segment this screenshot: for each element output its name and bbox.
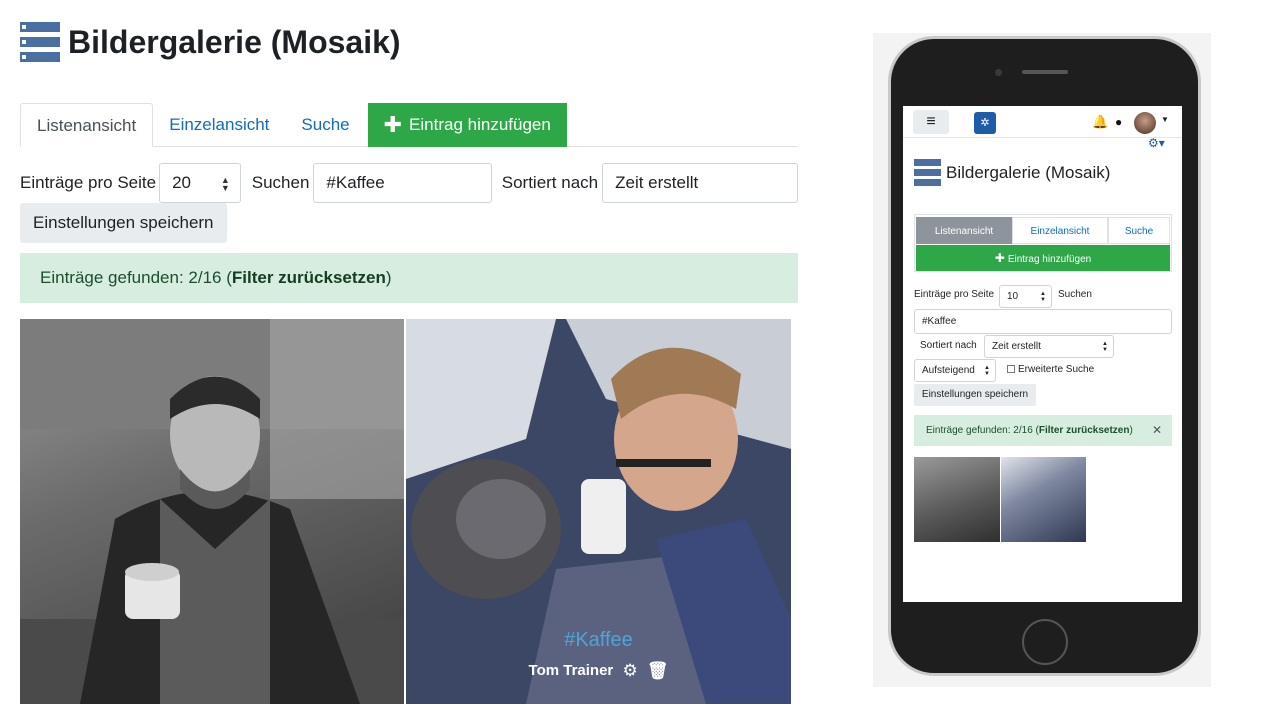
alert-prefix: Einträge gefunden: 2/16 ( — [40, 268, 232, 287]
entry-tag[interactable]: #Kaffee — [406, 629, 791, 652]
mobile-save-settings-button[interactable]: Einstellungen speichern — [914, 384, 1036, 406]
mobile-page-title: Bildergalerie (Mosaik) — [946, 162, 1111, 182]
per-page-value: 20 — [172, 173, 192, 192]
mobile-sort-value: Zeit erstellt — [992, 341, 1041, 352]
page-title: Bildergalerie (Mosaik) — [68, 23, 401, 60]
sort-select[interactable]: Zeit erstellt — [602, 163, 798, 203]
mobile-gallery-photo-1[interactable] — [914, 457, 1000, 542]
database-icon — [914, 159, 941, 186]
select-caret-icon: ▲ ▼ — [220, 175, 230, 193]
per-page-label: Einträge pro Seite — [20, 173, 157, 192]
filter-row: Einträge pro Seite 20 ▲ ▼ Suchen #Kaffee … — [20, 163, 798, 203]
per-page-select[interactable]: 20 ▲ ▼ — [159, 163, 241, 203]
select-caret-icon: ▲ ▼ — [1102, 341, 1108, 353]
select-caret-icon: ▲ ▼ — [984, 365, 990, 377]
mobile-tab-bar: Listenansicht Einzelansicht Suche ✚ Eintr… — [914, 214, 1172, 272]
tab-einzelansicht[interactable]: Einzelansicht — [153, 103, 285, 147]
advanced-search-label: Erweiterte Suche — [1018, 364, 1095, 375]
mobile-per-page-select[interactable]: 10 ▲ ▼ — [999, 285, 1052, 308]
database-icon — [20, 22, 60, 62]
search-label: Suchen — [251, 173, 310, 192]
add-entry-button[interactable]: ✚ Eintrag hinzufügen — [367, 103, 567, 147]
mobile-tab-einzelansicht[interactable]: Einzelansicht — [1012, 217, 1108, 244]
mobile-tab-suche[interactable]: Suche — [1108, 217, 1170, 244]
checkbox-box[interactable] — [1007, 365, 1015, 374]
mobile-navbar: ≡ ✲ 🔔 ● ▼ — [903, 106, 1182, 138]
chat-icon[interactable]: ● — [1115, 115, 1122, 129]
mobile-alert-prefix: Einträge gefunden: 2/16 ( — [926, 425, 1039, 436]
trash-icon[interactable]: 🗑 — [647, 661, 669, 681]
speaker-slot — [1022, 70, 1068, 74]
entry-author: Tom Trainer — [528, 661, 614, 679]
chevron-down-icon[interactable]: ▼ — [1161, 115, 1169, 124]
tab-bar: Listenansicht Einzelansicht Suche ✚ Eint… — [20, 103, 798, 147]
add-entry-label: Eintrag hinzufügen — [409, 115, 551, 134]
mobile-add-entry-button[interactable]: ✚ Eintrag hinzufügen — [916, 245, 1170, 271]
mobile-screen: ≡ ✲ 🔔 ● ▼ ⚙▾ Bildergalerie (Mosaik) List… — [903, 106, 1182, 602]
mobile-search-label: Suchen — [1058, 289, 1092, 300]
close-icon[interactable]: ✕ — [1152, 415, 1162, 446]
home-button — [1022, 619, 1068, 665]
bell-icon[interactable]: 🔔 — [1092, 114, 1108, 130]
plus-icon: ✚ — [383, 112, 403, 137]
entry-author-line: Tom Trainer ⚙ 🗑 — [406, 661, 791, 681]
mobile-results-alert: Einträge gefunden: 2/16 (Filter zurückse… — [914, 415, 1172, 446]
mobile-search-input[interactable]: #Kaffee — [914, 309, 1172, 334]
hamburger-icon[interactable]: ≡ — [913, 110, 949, 134]
select-caret-icon: ▲ ▼ — [1040, 291, 1046, 303]
search-input[interactable]: #Kaffee — [313, 163, 492, 203]
gear-icon[interactable]: ⚙ — [622, 661, 637, 681]
mobile-sort-label: Sortiert nach — [920, 340, 977, 351]
site-logo-icon[interactable]: ✲ — [974, 112, 996, 134]
gear-icon[interactable]: ⚙▾ — [1148, 136, 1165, 150]
search-value: #Kaffee — [326, 173, 385, 192]
mobile-sort-select[interactable]: Zeit erstellt ▲ ▼ — [984, 335, 1114, 358]
mobile-alert-suffix: ) — [1129, 425, 1133, 436]
mobile-order-value: Aufsteigend — [922, 365, 975, 376]
mobile-per-page-label: Einträge pro Seite — [914, 289, 995, 300]
alert-suffix: ) — [385, 268, 392, 287]
plus-icon: ✚ — [994, 251, 1005, 265]
photo-man-coffee-bw — [20, 319, 404, 704]
tab-suche[interactable]: Suche — [285, 103, 365, 147]
mobile-order-select[interactable]: Aufsteigend ▲ ▼ — [914, 359, 996, 382]
mobile-tab-listenansicht[interactable]: Listenansicht — [916, 217, 1012, 244]
avatar[interactable] — [1134, 112, 1156, 134]
camera-dot — [995, 69, 1002, 76]
desktop-view: Bildergalerie (Mosaik) Listenansicht Ein… — [20, 0, 800, 720]
mobile-reset-filter-link[interactable]: Filter zurücksetzen — [1039, 425, 1130, 436]
gallery-photo-2[interactable]: #Kaffee Tom Trainer ⚙ 🗑 — [406, 319, 791, 704]
results-alert: Einträge gefunden: 2/16 (Filter zurückse… — [20, 253, 798, 303]
page-header: Bildergalerie (Mosaik) — [20, 22, 401, 62]
mobile-search-value: #Kaffee — [922, 316, 957, 327]
sort-label: Sortiert nach — [501, 173, 599, 192]
gallery-photo-1[interactable] — [20, 319, 404, 704]
sort-value: Zeit erstellt — [615, 173, 699, 192]
mobile-add-entry-label: Eintrag hinzufügen — [1007, 254, 1092, 265]
tab-listenansicht[interactable]: Listenansicht — [20, 103, 154, 147]
save-settings-button[interactable]: Einstellungen speichern — [20, 203, 227, 243]
reset-filter-link[interactable]: Filter zurücksetzen — [232, 268, 386, 287]
mobile-gallery-photo-2[interactable] — [1001, 457, 1086, 542]
mobile-page-header: Bildergalerie (Mosaik) — [914, 159, 1110, 186]
mobile-per-page-value: 10 — [1007, 291, 1019, 302]
advanced-search-checkbox[interactable]: Erweiterte Suche — [1007, 364, 1094, 375]
